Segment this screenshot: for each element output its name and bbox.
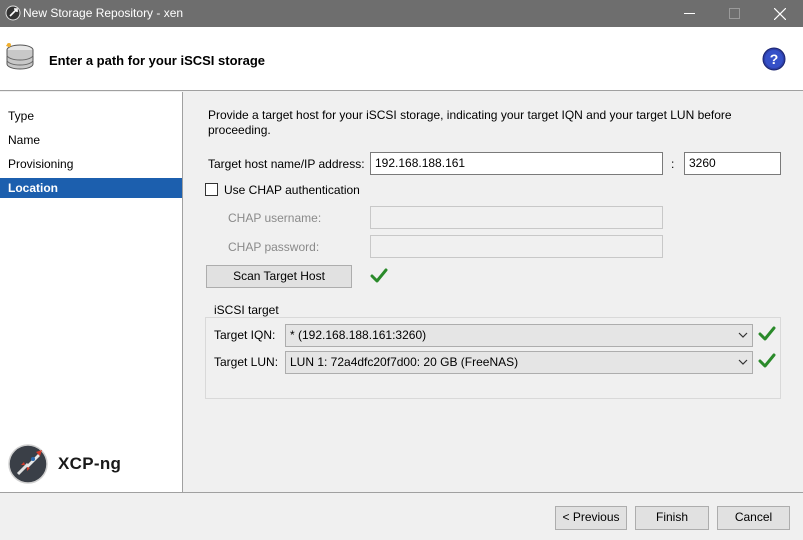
sidebar-step-provisioning[interactable]: Provisioning: [0, 154, 182, 174]
sidebar-step-location[interactable]: Location: [0, 178, 182, 198]
target-iqn-value: * (192.168.188.161:3260): [290, 328, 427, 342]
port-separator: :: [671, 157, 675, 171]
xcp-app-icon: [5, 5, 21, 21]
chap-password-input[interactable]: [370, 235, 663, 258]
wizard-footer: < Previous Finish Cancel: [0, 492, 803, 540]
target-lun-value: LUN 1: 72a4dfc20f7d00: 20 GB (FreeNAS): [290, 355, 519, 369]
target-port-input[interactable]: 3260: [684, 152, 781, 175]
iscsi-target-group-title: iSCSI target: [213, 303, 280, 317]
intro-text: Provide a target host for your iSCSI sto…: [208, 108, 732, 137]
target-iqn-label: Target IQN:: [214, 328, 276, 342]
chevron-down-icon: [738, 332, 748, 338]
previous-button[interactable]: < Previous: [555, 506, 627, 530]
title-bar: New Storage Repository - xen: [0, 0, 803, 27]
lun-success-check-icon: [758, 353, 776, 368]
close-button[interactable]: [757, 0, 803, 27]
maximize-icon: [728, 8, 740, 19]
xcp-ng-logo-text: XCP-ng: [58, 454, 122, 473]
chevron-down-icon: [738, 359, 748, 365]
chap-username-input[interactable]: [370, 206, 663, 229]
target-iqn-select[interactable]: * (192.168.188.161:3260): [285, 324, 753, 347]
page-title: Enter a path for your iSCSI storage: [49, 53, 265, 68]
storage-disk-icon: [6, 43, 34, 70]
window-title: New Storage Repository - xen: [23, 6, 184, 20]
svg-text:?: ?: [770, 51, 779, 67]
minimize-button[interactable]: [666, 0, 712, 27]
sidebar-step-type[interactable]: Type: [0, 106, 182, 126]
sidebar-step-name[interactable]: Name: [0, 130, 182, 150]
iqn-success-check-icon: [758, 326, 776, 341]
chap-password-label: CHAP password:: [228, 240, 320, 254]
maximize-button[interactable]: [711, 0, 757, 27]
finish-button[interactable]: Finish: [635, 506, 709, 530]
target-host-label: Target host name/IP address:: [208, 157, 365, 171]
close-icon: [774, 7, 786, 20]
scan-target-host-button[interactable]: Scan Target Host: [206, 265, 352, 288]
target-host-input[interactable]: 192.168.188.161: [370, 152, 663, 175]
minimize-icon: [683, 13, 695, 14]
scan-success-check-icon: [370, 268, 388, 283]
target-lun-label: Target LUN:: [214, 355, 279, 369]
target-lun-select[interactable]: LUN 1: 72a4dfc20f7d00: 20 GB (FreeNAS): [285, 351, 753, 374]
chap-checkbox-label[interactable]: Use CHAP authentication: [224, 183, 360, 197]
wizard-header: Enter a path for your iSCSI storage ?: [0, 27, 803, 91]
cancel-button[interactable]: Cancel: [717, 506, 790, 530]
chap-username-label: CHAP username:: [228, 211, 322, 225]
xcp-ng-logo-icon: [8, 444, 48, 484]
wizard-steps-sidebar: Type Name Provisioning Location XCP-ng: [0, 92, 183, 492]
location-panel: Provide a target host for your iSCSI sto…: [184, 92, 803, 492]
chap-checkbox[interactable]: [205, 183, 218, 196]
help-icon[interactable]: ?: [762, 47, 786, 71]
